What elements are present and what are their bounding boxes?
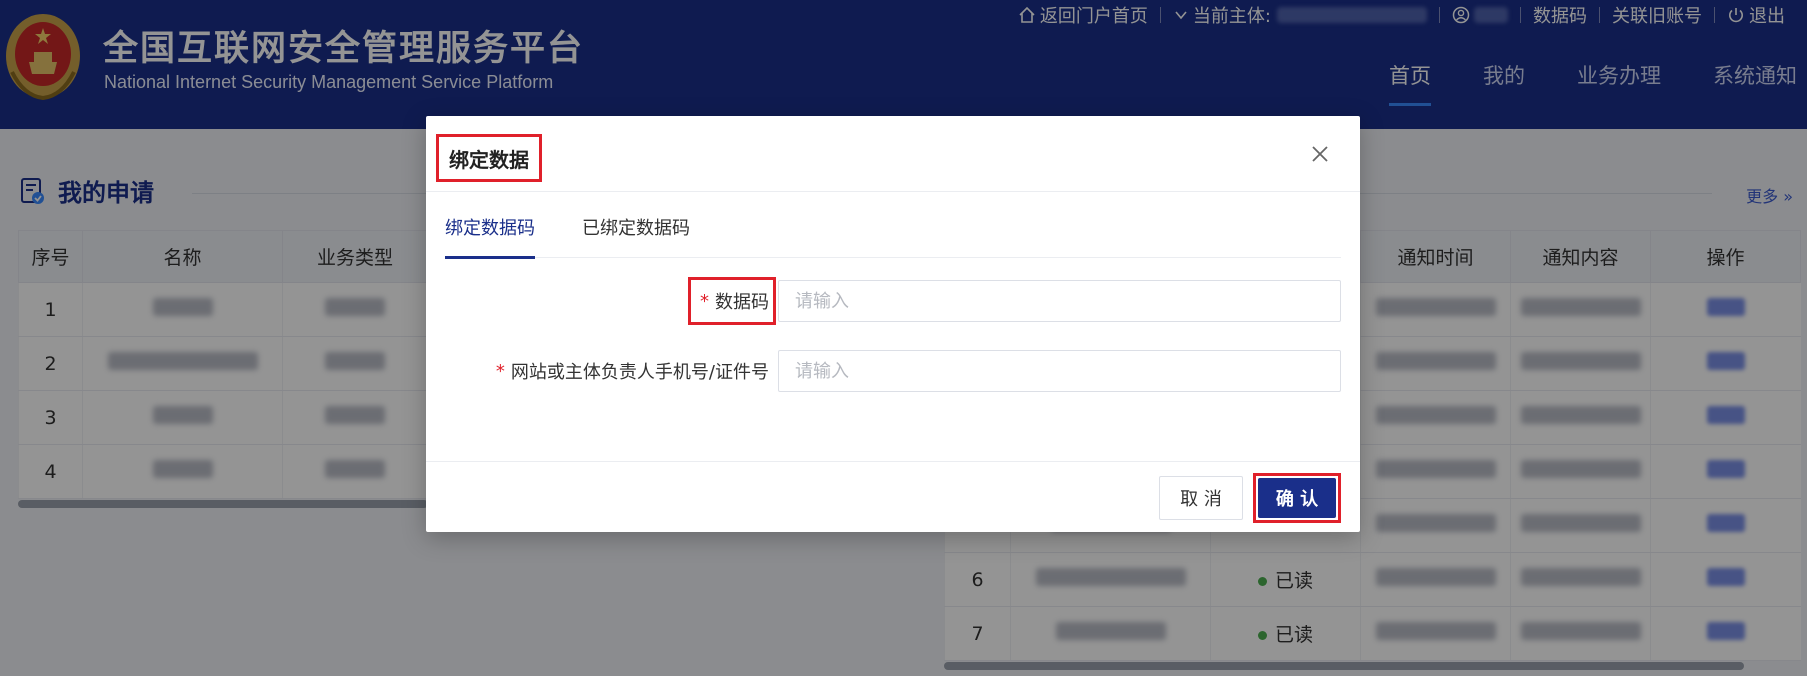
dialog-tabs: 绑定数据码 已绑定数据码 [445,206,1341,259]
close-icon[interactable] [1308,142,1332,166]
confirm-button[interactable]: 确 认 [1258,478,1336,518]
data-code-label: * 数据码 [700,280,769,322]
dialog-title: 绑定数据 [449,147,529,172]
divider [426,461,1360,462]
required-mark: * [700,290,709,312]
required-mark: * [495,360,505,382]
tab-bind-data-code[interactable]: 绑定数据码 [445,206,535,259]
bind-data-dialog: 绑定数据 绑定数据码 已绑定数据码 * 数据码 * 网站或主体负责人手机号/证件… [426,116,1360,532]
tab-bound-data-codes[interactable]: 已绑定数据码 [582,206,690,258]
data-code-label-text: 数据码 [715,292,769,313]
contact-id-input[interactable] [778,350,1341,392]
dialog-title-highlight: 绑定数据 [436,134,542,182]
contact-id-row: * 网站或主体负责人手机号/证件号 [426,350,1360,392]
contact-id-label: * 网站或主体负责人手机号/证件号 [496,350,769,392]
cancel-button[interactable]: 取 消 [1159,476,1243,520]
data-code-input[interactable] [778,280,1341,322]
divider [426,191,1360,192]
data-code-row: * 数据码 [426,277,1360,325]
contact-id-label-text: 网站或主体负责人手机号/证件号 [510,362,769,383]
